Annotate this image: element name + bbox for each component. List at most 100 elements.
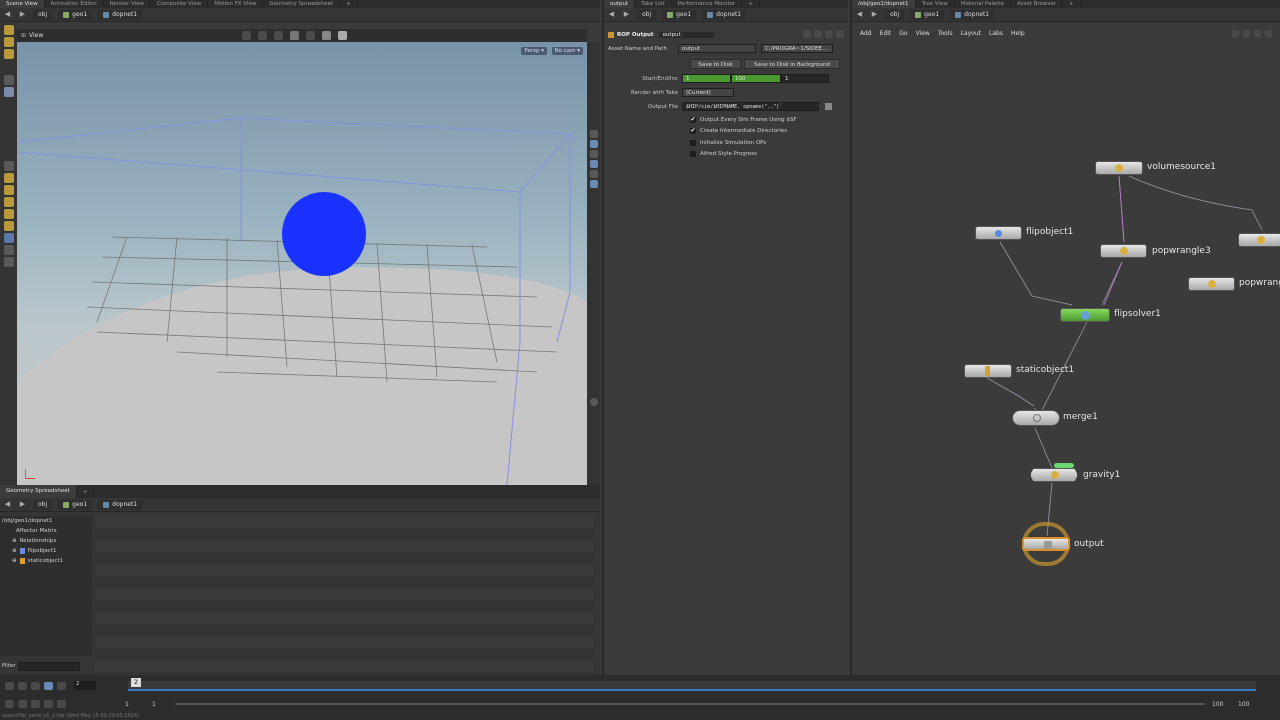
range-end-b[interactable]: 100 <box>1238 701 1249 708</box>
shading-icon[interactable] <box>306 31 315 40</box>
forward-mid-icon[interactable]: ▶ <box>622 10 631 19</box>
crumb-geo-mid[interactable]: geo1 <box>662 9 697 20</box>
tab-output[interactable]: output <box>604 0 636 8</box>
snap-curve-icon[interactable] <box>3 209 14 219</box>
grid-icon[interactable] <box>274 31 283 40</box>
node-volumesource1[interactable] <box>1095 161 1143 175</box>
fluid-sphere[interactable] <box>282 192 366 276</box>
crumb-obj[interactable]: obj <box>33 9 53 20</box>
info-icon-mid[interactable] <box>836 30 844 38</box>
audio-icon[interactable] <box>18 700 27 708</box>
realtime-icon[interactable] <box>44 700 53 708</box>
display-icon-5[interactable] <box>589 170 598 178</box>
output-file-field[interactable]: $HIP/sim/$HIPNAME.`opname("..")` <box>682 102 819 111</box>
viewport-3d[interactable]: Persp ▾ No cam ▾ <box>17 42 587 485</box>
step-back-icon[interactable] <box>18 681 27 690</box>
crumb-geo[interactable]: geo1 <box>58 9 93 20</box>
tab-performance-monitor[interactable]: Performance Monitor <box>672 0 743 8</box>
render-region-icon[interactable] <box>3 245 14 255</box>
display-icon-4[interactable] <box>589 160 598 168</box>
stop-icon[interactable] <box>31 681 40 690</box>
tab-animation-editor[interactable]: Animation Editor <box>45 0 104 8</box>
add-tab-mid-icon[interactable]: + <box>742 0 760 8</box>
move-tool-icon[interactable] <box>3 37 14 47</box>
handle-tool-icon[interactable] <box>3 161 14 171</box>
tab-take-list[interactable]: Take List <box>635 0 672 8</box>
file-browse-icon[interactable] <box>825 103 832 110</box>
pause-icon[interactable] <box>44 681 53 690</box>
asset-menu[interactable]: output <box>678 44 756 53</box>
display-icon-1[interactable] <box>589 130 598 138</box>
node-popwrangle-a[interactable] <box>1238 233 1280 247</box>
info-icon[interactable] <box>589 398 598 406</box>
check-init-sim[interactable]: Initialize Simulation OPs <box>604 137 848 149</box>
range-slider[interactable] <box>175 703 1205 705</box>
network-snap-icon[interactable] <box>1254 30 1261 37</box>
camera-icon[interactable] <box>338 31 347 40</box>
tab-composite-view[interactable]: Composite View <box>151 0 209 8</box>
crumb-geo-lower[interactable]: geo1 <box>58 499 93 510</box>
check-output-every[interactable]: ✔ Output Every Sim Frame Using $SF <box>604 114 848 126</box>
range-start-a[interactable]: 1 <box>125 701 129 708</box>
tab-geometry-spreadsheet[interactable]: Geometry Spreadsheet <box>263 0 341 8</box>
expand-icon[interactable]: ⊕ <box>12 538 17 544</box>
node-flipsolver1[interactable] <box>1060 308 1110 322</box>
tree-relationships[interactable]: ⊕ Relationships <box>2 536 92 546</box>
network-tool-icon[interactable] <box>1232 30 1239 37</box>
tree-staticobject[interactable]: ⊕ staticobject1 <box>2 556 92 566</box>
check-create-dirs-box[interactable]: ✔ <box>690 128 696 135</box>
view-tool-icon[interactable] <box>3 233 14 243</box>
jump-end-icon[interactable] <box>57 681 66 690</box>
teapot-icon[interactable] <box>3 257 14 267</box>
loop-icon[interactable] <box>31 700 40 708</box>
filter-input[interactable] <box>18 661 80 671</box>
tree-root[interactable]: /obj/geo1/dopnet1 <box>2 516 92 526</box>
select-mode-icon[interactable] <box>258 31 267 40</box>
crumb-obj-lower[interactable]: obj <box>33 499 53 510</box>
search-icon[interactable] <box>825 30 833 38</box>
rotate-tool-icon[interactable] <box>3 49 14 59</box>
network-grid-icon[interactable] <box>1243 30 1250 37</box>
start-field[interactable]: 1 <box>682 74 731 83</box>
lock-icon[interactable] <box>3 87 14 97</box>
snapshot-icon[interactable] <box>322 31 331 40</box>
node-popwrangle-b[interactable] <box>1188 277 1235 291</box>
expand-flip-icon[interactable]: ⊕ <box>12 548 17 554</box>
spreadsheet-table[interactable] <box>95 516 593 674</box>
gear-icon[interactable] <box>803 30 811 38</box>
persp-menu[interactable]: Persp ▾ <box>521 47 547 55</box>
display-icon-3[interactable] <box>589 150 598 158</box>
select-tool-icon[interactable] <box>3 25 14 35</box>
network-help-icon[interactable] <box>1265 30 1272 37</box>
end-field[interactable]: 100 <box>731 74 781 83</box>
add-tab-icon[interactable]: + <box>340 0 358 8</box>
magnet-icon[interactable] <box>3 221 14 231</box>
snap-point-icon[interactable] <box>3 197 14 207</box>
check-output-every-box[interactable]: ✔ <box>690 116 696 123</box>
inc-field[interactable]: 1 <box>781 74 829 83</box>
tab-geometry-spreadsheet-lower[interactable]: Geometry Spreadsheet <box>0 485 77 498</box>
check-alfred-box[interactable] <box>690 151 696 158</box>
node-merge1[interactable] <box>1012 410 1060 426</box>
check-init-sim-box[interactable] <box>690 139 696 146</box>
back-icon[interactable]: ◀ <box>3 10 12 19</box>
crumb-dop-lower[interactable]: dopnet1 <box>98 499 143 510</box>
display-icon-6[interactable] <box>589 180 598 188</box>
help-icon[interactable] <box>814 30 822 38</box>
tab-render-view[interactable]: Render View <box>104 0 152 8</box>
tab-motion-fx-view[interactable]: Motion FX View <box>208 0 264 8</box>
current-frame-marker[interactable]: 2 <box>131 678 141 687</box>
key-icon[interactable] <box>5 700 14 708</box>
cam-menu[interactable]: No cam ▾ <box>551 47 583 55</box>
add-tab-lower-icon[interactable]: + <box>77 487 95 496</box>
tree-affector-matrix[interactable]: Affector Matrix <box>2 526 92 536</box>
range-end-a[interactable]: 100 <box>1212 701 1223 708</box>
node-gravity1[interactable] <box>1030 468 1078 482</box>
wire-icon[interactable] <box>290 31 299 40</box>
tab-scene-view[interactable]: Scene View <box>0 0 45 8</box>
forward-icon[interactable]: ▶ <box>18 10 27 19</box>
check-alfred[interactable]: Alfred Style Progress <box>604 149 848 161</box>
crumb-obj-mid[interactable]: obj <box>637 9 657 20</box>
check-create-dirs[interactable]: ✔ Create Intermediate Directories <box>604 126 848 138</box>
node-output[interactable] <box>1022 537 1070 551</box>
